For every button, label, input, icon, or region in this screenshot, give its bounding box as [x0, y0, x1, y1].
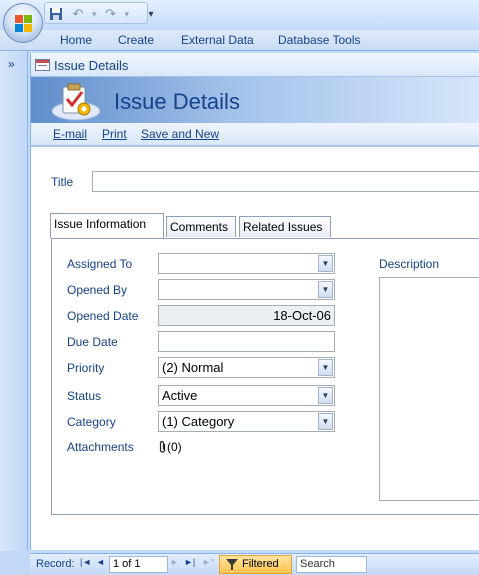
category-combo[interactable]: (1) Category ▼	[158, 411, 335, 432]
priority-label: Priority	[67, 361, 105, 375]
opened-date-field[interactable]: 18-Oct-06	[158, 305, 335, 326]
title-field[interactable]	[92, 171, 479, 192]
save-icon[interactable]	[48, 6, 64, 22]
last-record-icon[interactable]: ►|	[184, 557, 195, 567]
next-record-icon[interactable]: ►	[170, 557, 179, 567]
search-field[interactable]: Search	[296, 556, 367, 573]
assigned-to-combo[interactable]: ▼	[158, 253, 335, 274]
nav-pane-toggle[interactable]: »	[8, 57, 15, 71]
description-field[interactable]	[379, 277, 479, 501]
quick-access-buttons: ↶ ▾ ↷ ▾ ▾	[48, 4, 159, 24]
opened-by-combo[interactable]: ▼	[158, 279, 335, 300]
office-button[interactable]	[3, 3, 43, 43]
record-navigation-bar: Record: |◄ ◄ 1 of 1 ► ►| ►* Filtered Sea…	[30, 553, 479, 575]
first-record-icon[interactable]: |◄	[80, 557, 91, 567]
form-header: Issue Details E-mail Print Save and New	[31, 77, 479, 177]
record-position-field[interactable]: 1 of 1	[109, 556, 168, 573]
assigned-to-label: Assigned To	[67, 257, 133, 271]
chevron-down-icon[interactable]: ▼	[318, 359, 333, 376]
office-button-icon	[15, 15, 33, 33]
form-icon	[35, 59, 50, 71]
undo-dropdown-icon[interactable]: ▾	[92, 9, 97, 20]
filter-toggle[interactable]: Filtered	[219, 555, 292, 574]
document-window: Issue Details Issue Details E-mail Print…	[30, 53, 479, 550]
tab-home[interactable]: Home	[60, 33, 92, 47]
title-label: Title	[51, 175, 74, 189]
category-value: (1) Category	[162, 414, 235, 429]
document-tab[interactable]: Issue Details	[31, 53, 479, 77]
title-bar: ↶ ▾ ↷ ▾ ▾	[0, 0, 479, 30]
chevron-down-icon[interactable]: ▼	[318, 281, 333, 298]
previous-record-icon[interactable]: ◄	[96, 557, 105, 567]
filter-label: Filtered	[242, 558, 279, 570]
attachments-label: Attachments	[67, 440, 134, 454]
print-link[interactable]: Print	[102, 127, 127, 141]
description-label: Description	[379, 257, 440, 271]
new-record-icon[interactable]: ►*	[202, 557, 214, 567]
due-date-field[interactable]	[158, 331, 335, 352]
status-value: Active	[162, 388, 198, 403]
undo-icon[interactable]: ↶	[70, 6, 86, 22]
redo-dropdown-icon[interactable]: ▾	[125, 9, 130, 20]
tab-external-data[interactable]: External Data	[181, 33, 254, 47]
priority-combo[interactable]: (2) Normal ▼	[158, 357, 335, 378]
priority-value: (2) Normal	[162, 360, 224, 375]
record-label: Record:	[36, 558, 75, 570]
filter-icon-stem	[231, 565, 233, 570]
issue-header-icon	[51, 83, 101, 121]
attachments-field[interactable]: (0)	[158, 438, 182, 456]
tab-issue-information[interactable]: Issue Information	[50, 213, 164, 238]
paperclip-icon	[159, 440, 166, 453]
tab-database-tools[interactable]: Database Tools	[278, 33, 361, 47]
status-label: Status	[67, 389, 102, 403]
form-action-bar: E-mail Print Save and New	[31, 123, 479, 147]
document-tab-title: Issue Details	[54, 58, 129, 73]
save-and-new-link[interactable]: Save and New	[141, 127, 219, 141]
tab-comments[interactable]: Comments	[166, 216, 236, 237]
navigation-pane: »	[0, 51, 28, 551]
nav-pane-footer	[0, 551, 30, 575]
attachments-count: (0)	[167, 440, 182, 454]
customize-qat-icon[interactable]: ▾	[143, 6, 159, 22]
chevron-down-icon[interactable]: ▼	[318, 387, 333, 404]
category-label: Category	[67, 415, 116, 429]
form-header-banner: Issue Details	[31, 77, 479, 123]
chevron-down-icon[interactable]: ▼	[318, 413, 333, 430]
chevron-down-icon[interactable]: ▼	[318, 255, 333, 272]
status-combo[interactable]: Active ▼	[158, 385, 335, 406]
opened-by-label: Opened By	[67, 283, 128, 297]
due-date-label: Due Date	[67, 335, 118, 349]
tab-related-issues[interactable]: Related Issues	[239, 216, 331, 237]
redo-icon[interactable]: ↷	[103, 6, 119, 22]
form-title: Issue Details	[114, 89, 240, 114]
tab-create[interactable]: Create	[118, 33, 154, 47]
ribbon-tab-bar: Home Create External Data Database Tools	[0, 30, 479, 51]
email-link[interactable]: E-mail	[53, 127, 87, 141]
opened-date-label: Opened Date	[67, 309, 139, 323]
